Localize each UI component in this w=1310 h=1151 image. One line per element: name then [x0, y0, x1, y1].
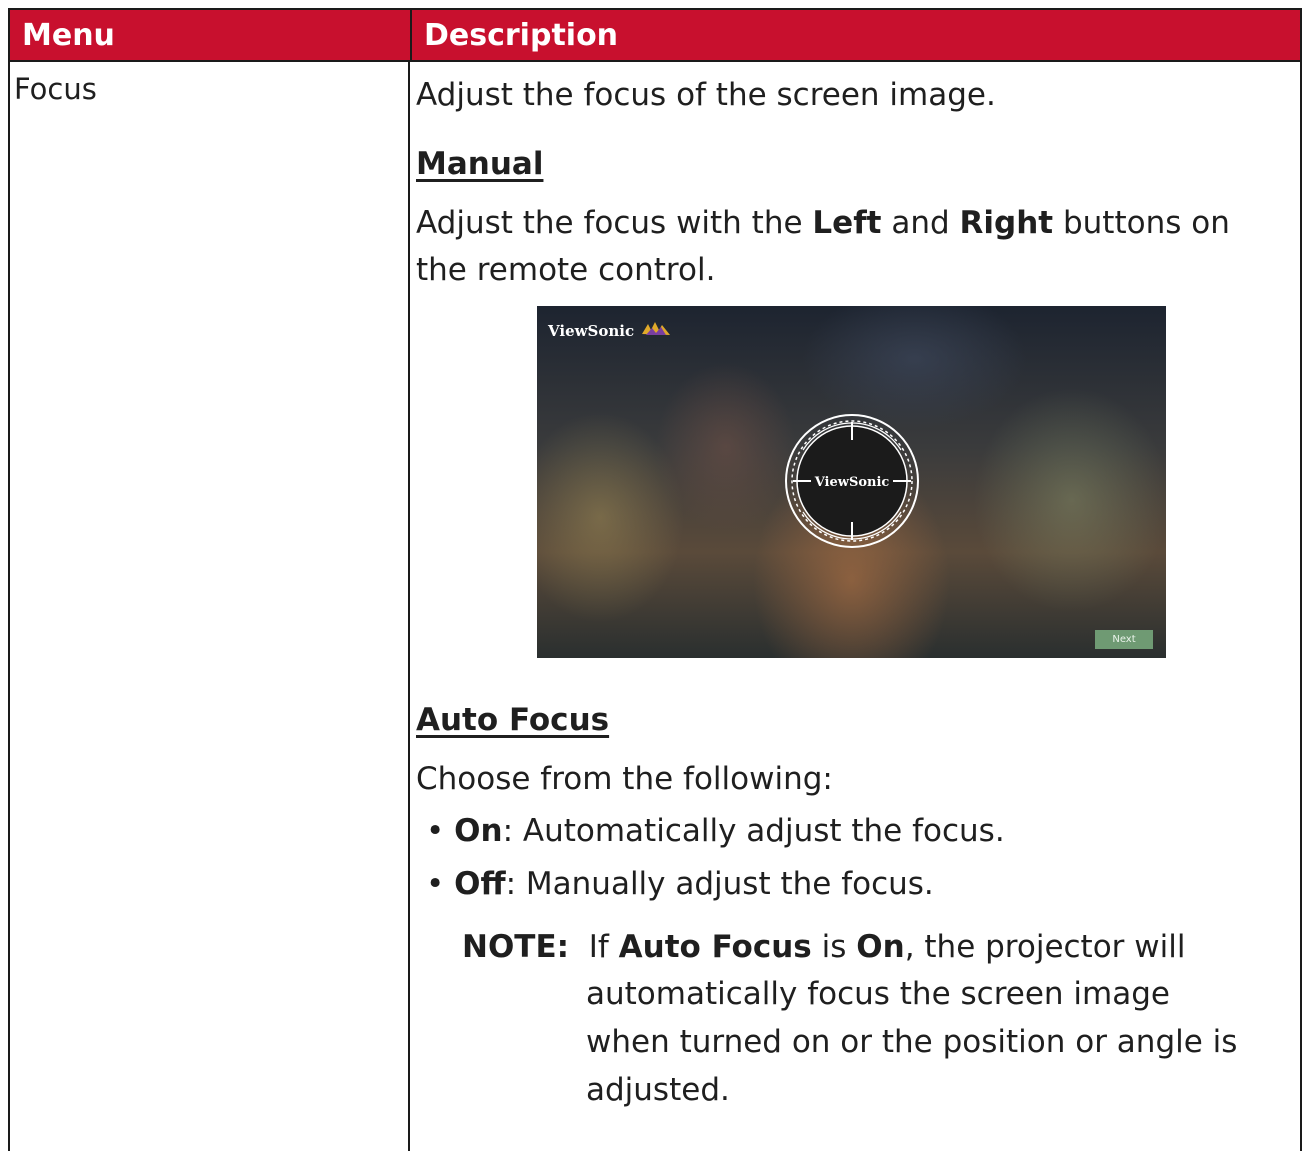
focus-target-icon: ViewSonic: [785, 414, 919, 548]
note-label: NOTE:: [462, 929, 570, 965]
viewsonic-logo: ViewSonic: [548, 322, 635, 340]
note-line2: automatically focus the screen image: [586, 976, 1170, 1012]
center-brand-label: ViewSonic: [814, 475, 890, 490]
header-description: Description: [424, 18, 619, 53]
auto-focus-heading: Auto Focus: [416, 702, 610, 738]
header-menu: Menu: [22, 18, 115, 53]
birds-logo-icon: [642, 322, 670, 335]
bullet-icon: •: [426, 813, 455, 849]
note-line4: adjusted.: [586, 1072, 730, 1108]
table-border-right: [1300, 60, 1302, 1151]
focus-intro: Adjust the focus of the screen image.: [416, 77, 996, 113]
note-line3: when turned on or the position or angle …: [586, 1024, 1238, 1060]
manual-heading: Manual: [416, 146, 544, 182]
auto-focus-choose: Choose from the following:: [416, 761, 833, 797]
table-border-middle: [408, 60, 410, 1151]
manual-text-line2: the remote control.: [416, 252, 716, 288]
bullet-icon: •: [426, 866, 455, 902]
table-border-left: [8, 60, 10, 1151]
table-header-row: Menu Description: [8, 8, 1302, 62]
option-off: • Off: Manually adjust the focus.: [426, 866, 934, 902]
focus-screen-screenshot: ViewSonic ViewSonic Next: [537, 306, 1166, 658]
next-button[interactable]: Next: [1095, 630, 1153, 649]
manual-text-line1: Adjust the focus with the Left and Right…: [416, 205, 1230, 241]
menu-item-focus: Focus: [14, 72, 97, 106]
note-line1: NOTE: If Auto Focus is On, the projector…: [462, 929, 1186, 965]
option-on: • On: Automatically adjust the focus.: [426, 813, 1005, 849]
header-divider: [410, 10, 412, 60]
